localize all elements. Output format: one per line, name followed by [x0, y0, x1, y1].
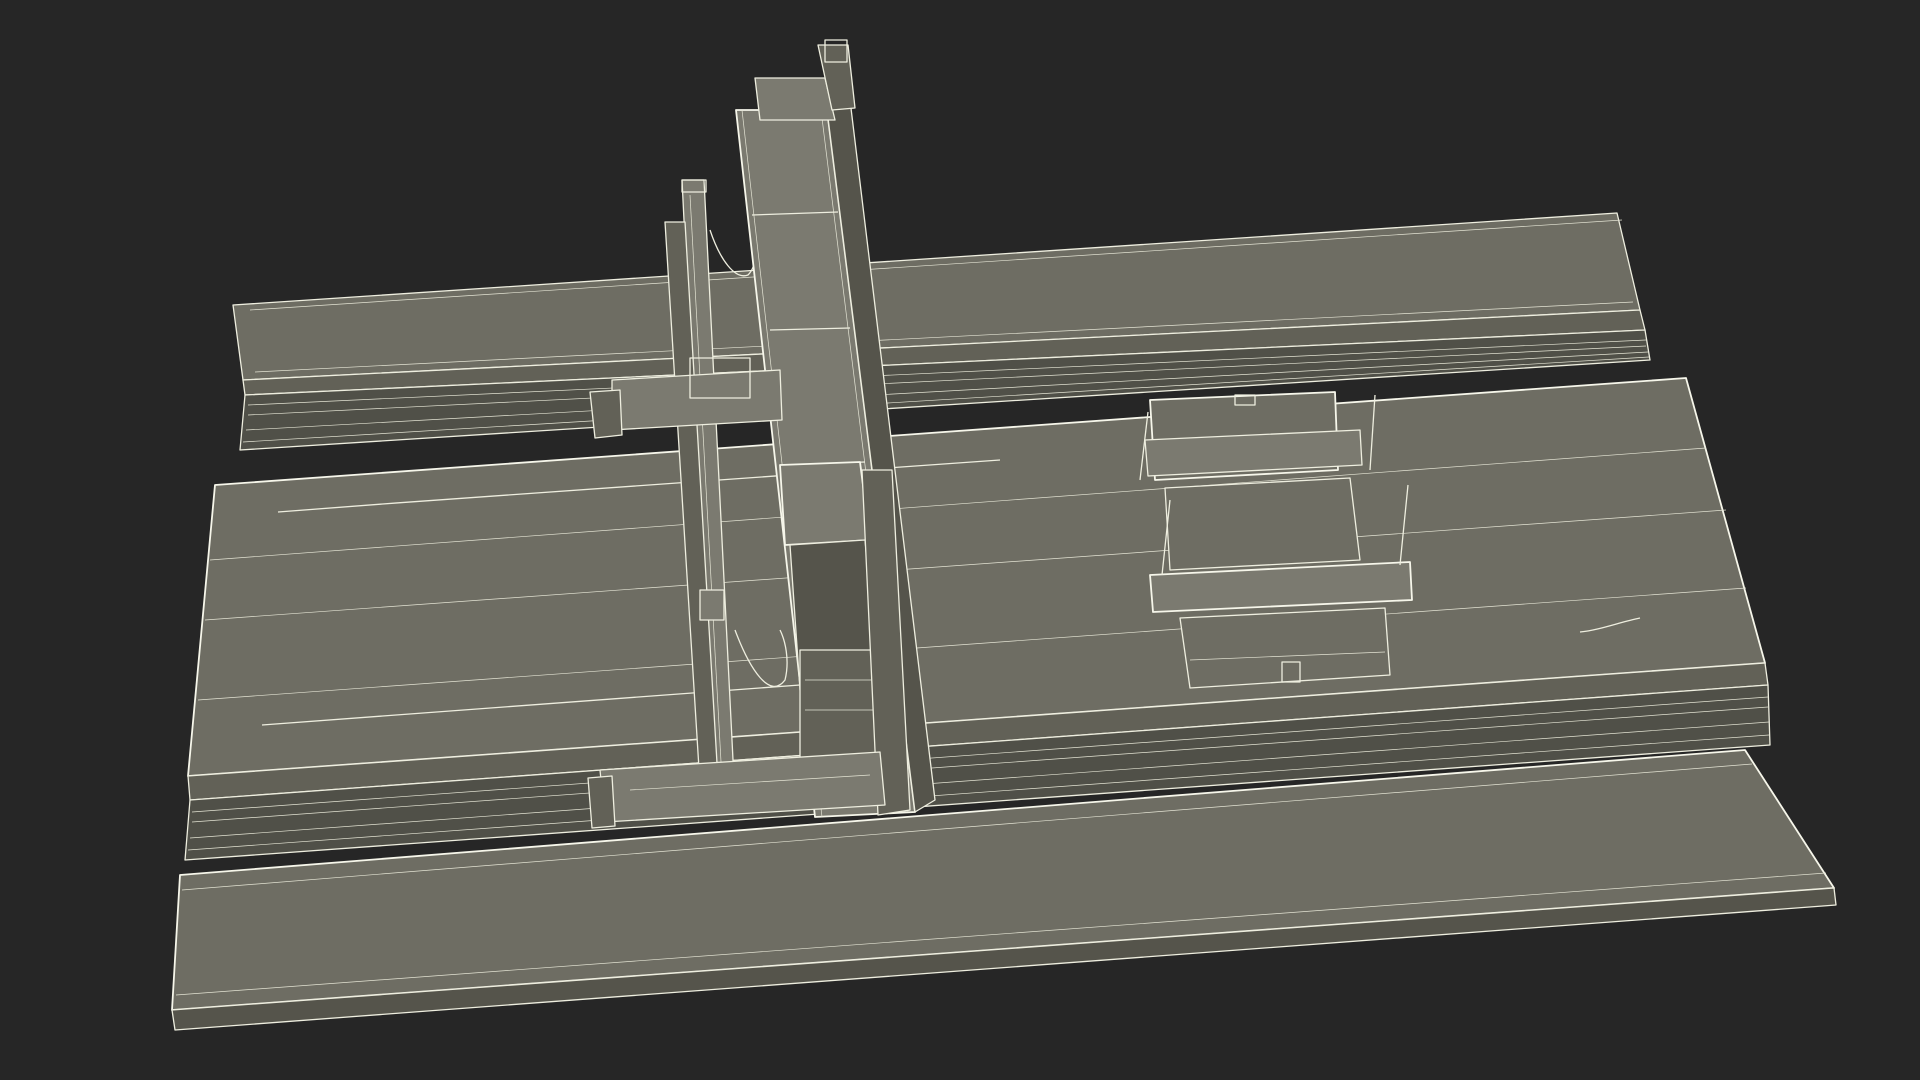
- wireframe-render: [171, 39, 1837, 1031]
- top-motor-block: [754, 39, 856, 121]
- render-viewport: [0, 0, 1920, 1080]
